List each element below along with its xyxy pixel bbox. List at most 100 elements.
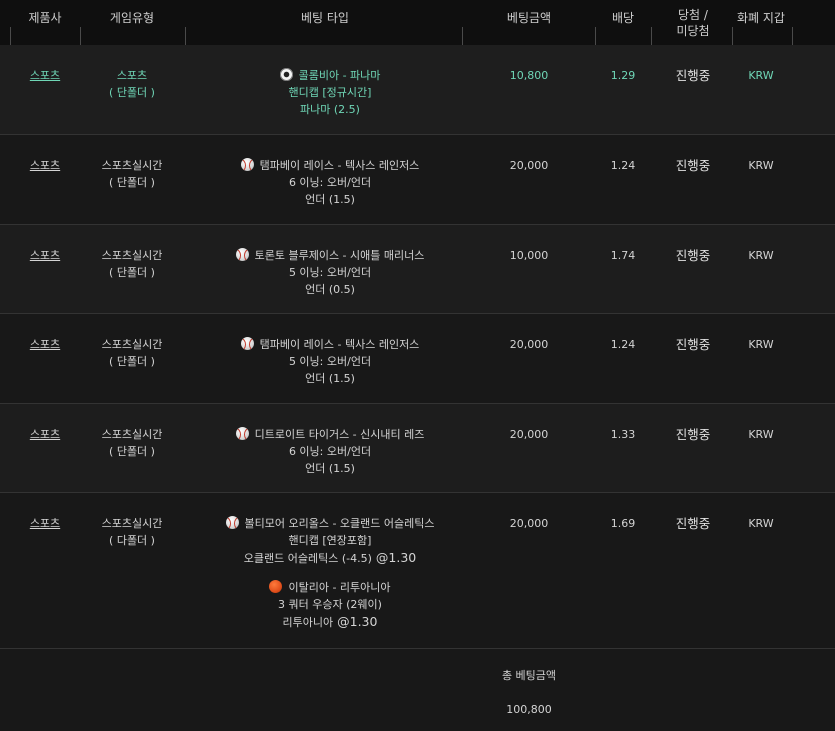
column-header-label: 당첨 / bbox=[678, 7, 708, 22]
column-header-label: 베팅금액 bbox=[506, 11, 552, 25]
column-divider bbox=[80, 27, 81, 45]
pick-match-label: 탬파베이 레이스 - 텍사스 레인저스 bbox=[259, 159, 420, 172]
pick-match: 탬파베이 레이스 - 텍사스 레인저스 bbox=[190, 336, 470, 353]
baseball-icon bbox=[235, 427, 249, 440]
bet-details: 탬파베이 레이스 - 텍사스 레인저스 5 이닝: 오버/언더 언더 (1.5) bbox=[190, 336, 470, 387]
bet-mode-label: ( 다폴더 ) bbox=[109, 534, 155, 547]
pick-match-label: 토론토 블루제이스 - 시애틀 매리너스 bbox=[254, 249, 425, 262]
bet-result: 진행중 bbox=[675, 68, 711, 83]
pick-market: 6 이닝: 오버/언더 bbox=[288, 445, 372, 458]
pick-match: 토론토 블루제이스 - 시애틀 매리너스 bbox=[190, 247, 470, 264]
pick-match-label: 콜롬비아 - 파나마 bbox=[298, 69, 381, 82]
game-type-label: 스포츠실시간 bbox=[101, 249, 163, 262]
pick-match: 이탈리아 - 리투아니아 bbox=[190, 579, 470, 596]
bet-row[interactable]: 스포츠 스포츠실시간 ( 단폴더 ) 탬파베이 레이스 - 텍사스 레인저스 6… bbox=[0, 135, 835, 225]
pick-separator bbox=[190, 567, 470, 579]
total-bet-label: 총 베팅금액 bbox=[501, 669, 557, 682]
bet-result: 진행중 bbox=[675, 248, 711, 263]
bet-odds: 1.29 bbox=[610, 69, 636, 82]
bet-result: 진행중 bbox=[675, 516, 711, 531]
pick-selection-line: 리투아니아 @1.30 bbox=[190, 613, 470, 631]
table-footer: 총 베팅금액 100,800 bbox=[0, 649, 835, 731]
column-header-result: 당첨 / 미당첨 bbox=[660, 0, 726, 45]
game-type: 스포츠실시간 ( 다폴더 ) bbox=[84, 515, 180, 549]
baseball-icon bbox=[235, 248, 249, 261]
column-header-product: 제품사 bbox=[0, 0, 90, 45]
product-link[interactable]: 스포츠 bbox=[0, 426, 90, 443]
bet-details: 토론토 블루제이스 - 시애틀 매리너스 5 이닝: 오버/언더 언더 (0.5… bbox=[190, 247, 470, 298]
bet-result: 진행중 bbox=[675, 158, 711, 173]
column-header-label: 화폐 지갑 bbox=[737, 11, 785, 25]
bet-amount: 20,000 bbox=[509, 338, 549, 351]
bet-mode-label: ( 단폴더 ) bbox=[109, 445, 155, 458]
pick-match: 디트로이트 타이거스 - 신시내티 레즈 bbox=[190, 426, 470, 443]
bet-row[interactable]: 스포츠 스포츠 ( 단폴더 ) 콜롬비아 - 파나마 핸디캡 [정규시간] 파나… bbox=[0, 45, 835, 135]
baseball-icon bbox=[240, 337, 254, 350]
column-header-label: 배당 bbox=[611, 11, 635, 25]
column-header-label: 베팅 타입 bbox=[301, 11, 349, 25]
column-header-odds: 배당 bbox=[590, 0, 656, 45]
column-divider bbox=[10, 27, 11, 45]
game-type: 스포츠실시간 ( 단폴더 ) bbox=[84, 247, 180, 281]
bet-odds: 1.33 bbox=[610, 428, 636, 441]
column-header-currency: 화폐 지갑 bbox=[726, 0, 796, 45]
bet-currency: KRW bbox=[748, 338, 774, 351]
bet-amount: 20,000 bbox=[509, 159, 549, 172]
bet-row[interactable]: 스포츠 스포츠실시간 ( 단폴더 ) 탬파베이 레이스 - 텍사스 레인저스 5… bbox=[0, 314, 835, 404]
bet-details: 볼티모어 오리올스 - 오클랜드 어슬레틱스 핸디캡 [연장포함] 오클랜드 어… bbox=[190, 515, 470, 631]
pick-market: 5 이닝: 오버/언더 bbox=[288, 266, 372, 279]
column-divider bbox=[792, 27, 793, 45]
game-type-label: 스포츠실시간 bbox=[101, 338, 163, 351]
product-link[interactable]: 스포츠 bbox=[0, 336, 90, 353]
bet-currency: KRW bbox=[748, 517, 774, 530]
bet-result: 진행중 bbox=[675, 337, 711, 352]
pick-selection: 언더 (1.5) bbox=[305, 462, 355, 475]
pick-match-label: 볼티모어 오리올스 - 오클랜드 어슬레틱스 bbox=[244, 517, 435, 530]
pick-selection: 리투아니아 bbox=[282, 616, 334, 629]
bet-mode-label: ( 단폴더 ) bbox=[109, 266, 155, 279]
basketball-icon bbox=[269, 580, 283, 593]
bet-currency: KRW bbox=[748, 69, 774, 82]
column-divider bbox=[651, 27, 652, 45]
pick-selection: 언더 (1.5) bbox=[305, 193, 355, 206]
bet-currency: KRW bbox=[748, 428, 774, 441]
pick-selection: 오클랜드 어슬레틱스 (-4.5) bbox=[243, 552, 372, 565]
total-bet-value: 100,800 bbox=[506, 703, 552, 716]
bet-row[interactable]: 스포츠 스포츠실시간 ( 단폴더 ) 토론토 블루제이스 - 시애틀 매리너스 … bbox=[0, 225, 835, 314]
pick-market: 6 이닝: 오버/언더 bbox=[288, 176, 372, 189]
bet-details: 콜롬비아 - 파나마 핸디캡 [정규시간] 파나마 (2.5) bbox=[190, 67, 470, 118]
bet-odds: 1.24 bbox=[610, 159, 636, 172]
pick-odds: @1.30 bbox=[337, 614, 378, 629]
pick-match: 볼티모어 오리올스 - 오클랜드 어슬레틱스 bbox=[190, 515, 470, 532]
soccer-ball-icon bbox=[279, 68, 293, 81]
pick-selection: 파나마 (2.5) bbox=[300, 103, 360, 116]
pick-market: 5 이닝: 오버/언더 bbox=[288, 355, 372, 368]
bet-odds: 1.24 bbox=[610, 338, 636, 351]
pick-match: 탬파베이 레이스 - 텍사스 레인저스 bbox=[190, 157, 470, 174]
bet-amount: 20,000 bbox=[509, 517, 549, 530]
game-type: 스포츠실시간 ( 단폴더 ) bbox=[84, 336, 180, 370]
bet-row[interactable]: 스포츠 스포츠실시간 ( 단폴더 ) 디트로이트 타이거스 - 신시내티 레즈 … bbox=[0, 404, 835, 493]
column-header-label: 게임유형 bbox=[109, 11, 155, 25]
pick-odds: @1.30 bbox=[375, 550, 417, 565]
game-type-label: 스포츠실시간 bbox=[101, 517, 163, 530]
bet-row[interactable]: 스포츠 스포츠실시간 ( 다폴더 ) 볼티모어 오리올스 - 오클랜드 어슬레틱… bbox=[0, 493, 835, 649]
product-link[interactable]: 스포츠 bbox=[0, 157, 90, 174]
column-divider bbox=[732, 27, 733, 45]
column-header-game-type: 게임유형 bbox=[84, 0, 180, 45]
pick-market: 3 쿼터 우승자 (2웨이) bbox=[278, 598, 382, 611]
bet-currency: KRW bbox=[748, 159, 774, 172]
product-link[interactable]: 스포츠 bbox=[0, 247, 90, 264]
bet-amount: 10,000 bbox=[509, 249, 549, 262]
pick-market: 핸디캡 [연장포함] bbox=[288, 534, 372, 547]
product-link[interactable]: 스포츠 bbox=[0, 515, 90, 532]
column-header-label-line2: 미당첨 bbox=[676, 23, 710, 38]
bet-details: 디트로이트 타이거스 - 신시내티 레즈 6 이닝: 오버/언더 언더 (1.5… bbox=[190, 426, 470, 477]
bet-amount: 10,800 bbox=[509, 69, 549, 82]
product-link[interactable]: 스포츠 bbox=[0, 67, 90, 84]
bet-amount: 20,000 bbox=[509, 428, 549, 441]
column-header-bet-amount: 베팅금액 bbox=[480, 0, 578, 45]
column-divider bbox=[595, 27, 596, 45]
game-type: 스포츠실시간 ( 단폴더 ) bbox=[84, 157, 180, 191]
bet-result: 진행중 bbox=[675, 427, 711, 442]
